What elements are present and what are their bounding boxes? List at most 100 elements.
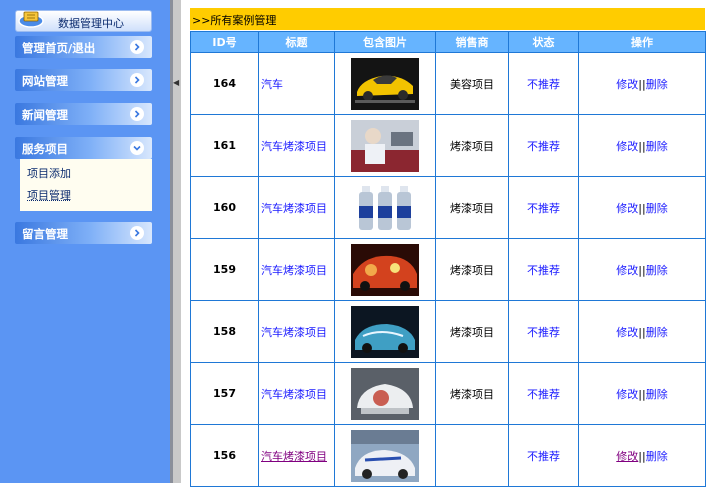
row-image-cell (335, 301, 436, 363)
menu-service-items[interactable]: 服务项目 (15, 137, 152, 159)
menu-label: 留言管理 (22, 226, 68, 242)
spray-paint-cans-image[interactable] (351, 182, 419, 234)
edit-link[interactable]: 修改 (616, 202, 638, 215)
chevron-right-icon[interactable] (130, 40, 144, 54)
chevron-down-icon[interactable] (130, 141, 144, 155)
row-seller: 烤漆项目 (436, 239, 509, 301)
row-image-cell (335, 53, 436, 115)
menu-label: 管理首页/退出 (22, 40, 95, 56)
painter-spraying-car-image[interactable] (351, 120, 419, 172)
row-seller: 美容项目 (436, 53, 509, 115)
delete-link[interactable]: 删除 (646, 202, 668, 215)
divider-strip (170, 0, 173, 483)
section-title: >>所有案例管理 (192, 12, 276, 28)
menu-news-management[interactable]: 新闻管理 (15, 103, 152, 125)
edit-link[interactable]: 修改 (616, 326, 638, 339)
row-title-link[interactable]: 汽车烤漆项目 (259, 425, 335, 487)
row-status[interactable]: 不推荐 (509, 53, 579, 115)
row-title-link[interactable]: 汽车烤漆项目 (259, 239, 335, 301)
case-table: ID号 标题 包含图片 销售商 状态 操作 164 汽车 美容项目 不推荐 修改… (190, 31, 706, 487)
row-status[interactable]: 不推荐 (509, 301, 579, 363)
col-header-status: 状态 (509, 32, 579, 53)
menu-home-logout[interactable]: 管理首页/退出 (15, 36, 152, 58)
row-title-link[interactable]: 汽车烤漆项目 (259, 115, 335, 177)
table-row: 161 汽车烤漆项目 烤漆项目 不推荐 修改||删除 (191, 115, 706, 177)
chevron-right-icon[interactable] (130, 107, 144, 121)
row-status[interactable]: 不推荐 (509, 177, 579, 239)
menu-label: 网站管理 (22, 73, 68, 89)
section-title-bar: >>所有案例管理 (190, 8, 705, 30)
menu-label: 新闻管理 (22, 107, 68, 123)
row-status[interactable]: 不推荐 (509, 425, 579, 487)
menu-label: 服务项目 (22, 141, 68, 157)
row-actions: 修改||删除 (579, 115, 706, 177)
delete-link[interactable]: 删除 (646, 78, 668, 91)
row-title-link[interactable]: 汽车烤漆项目 (259, 363, 335, 425)
separator: || (638, 326, 645, 339)
separator: || (638, 140, 645, 153)
row-status[interactable]: 不推荐 (509, 115, 579, 177)
separator: || (638, 264, 645, 277)
collapse-arrow-icon[interactable]: ◀ (173, 78, 179, 87)
submenu-service-items: 项目添加 项目管理 (20, 159, 152, 211)
yellow-sports-car-image[interactable] (351, 58, 419, 110)
menu-message-management[interactable]: 留言管理 (15, 222, 152, 244)
row-id: 161 (191, 115, 259, 177)
edit-link[interactable]: 修改 (616, 78, 638, 91)
row-id: 159 (191, 239, 259, 301)
row-title-link[interactable]: 汽车烤漆项目 (259, 177, 335, 239)
white-car-front-image[interactable] (351, 368, 419, 420)
separator: || (638, 450, 645, 463)
delete-link[interactable]: 删除 (646, 264, 668, 277)
col-header-id: ID号 (191, 32, 259, 53)
table-header-row: ID号 标题 包含图片 销售商 状态 操作 (191, 32, 706, 53)
separator: || (638, 78, 645, 91)
white-car-with-crowd-image[interactable] (351, 430, 419, 482)
row-status[interactable]: 不推荐 (509, 239, 579, 301)
row-seller (436, 425, 509, 487)
separator: || (638, 388, 645, 401)
row-actions: 修改||删除 (579, 363, 706, 425)
table-row: 159 汽车烤漆项目 烤漆项目 不推荐 修改||删除 (191, 239, 706, 301)
admin-logo-icon (18, 7, 44, 29)
table-row: 160 汽车烤漆项目 烤漆项目 不推荐 修改||删除 (191, 177, 706, 239)
row-title-link[interactable]: 汽车烤漆项目 (259, 301, 335, 363)
separator: || (638, 202, 645, 215)
col-header-image: 包含图片 (335, 32, 436, 53)
delete-link[interactable]: 删除 (646, 326, 668, 339)
row-id: 157 (191, 363, 259, 425)
menu-site-management[interactable]: 网站管理 (15, 69, 152, 91)
delete-link[interactable]: 删除 (646, 140, 668, 153)
row-id: 156 (191, 425, 259, 487)
table-row: 164 汽车 美容项目 不推荐 修改||删除 (191, 53, 706, 115)
sidebar: 数据管理中心 管理首页/退出 网站管理 新闻管理 服务项目 项目添加 项目管理 … (0, 0, 170, 483)
row-actions: 修改||删除 (579, 53, 706, 115)
col-header-title: 标题 (259, 32, 335, 53)
custom-painted-car-image[interactable] (351, 244, 419, 296)
edit-link[interactable]: 修改 (616, 450, 638, 463)
delete-link[interactable]: 删除 (646, 450, 668, 463)
table-row: 157 汽车烤漆项目 烤漆项目 不推荐 修改||删除 (191, 363, 706, 425)
table-row: 158 汽车烤漆项目 烤漆项目 不推荐 修改||删除 (191, 301, 706, 363)
main-content: >>所有案例管理 ID号 标题 包含图片 销售商 状态 操作 164 汽车 美容… (181, 0, 710, 483)
edit-link[interactable]: 修改 (616, 140, 638, 153)
edit-link[interactable]: 修改 (616, 388, 638, 401)
submenu-add-item[interactable]: 项目添加 (27, 165, 71, 181)
row-status[interactable]: 不推荐 (509, 363, 579, 425)
chevron-right-icon[interactable] (130, 226, 144, 240)
row-seller: 烤漆项目 (436, 115, 509, 177)
row-image-cell (335, 177, 436, 239)
chevron-right-icon[interactable] (130, 73, 144, 87)
sidebar-divider[interactable]: ◀ (170, 0, 181, 483)
row-actions: 修改||删除 (579, 177, 706, 239)
row-seller: 烤漆项目 (436, 363, 509, 425)
submenu-manage-items[interactable]: 项目管理 (27, 187, 71, 203)
row-image-cell (335, 363, 436, 425)
row-actions: 修改||删除 (579, 425, 706, 487)
blue-graphic-car-image[interactable] (351, 306, 419, 358)
sidebar-header: 数据管理中心 (15, 10, 152, 32)
row-id: 160 (191, 177, 259, 239)
edit-link[interactable]: 修改 (616, 264, 638, 277)
row-title-link[interactable]: 汽车 (259, 53, 335, 115)
delete-link[interactable]: 删除 (646, 388, 668, 401)
